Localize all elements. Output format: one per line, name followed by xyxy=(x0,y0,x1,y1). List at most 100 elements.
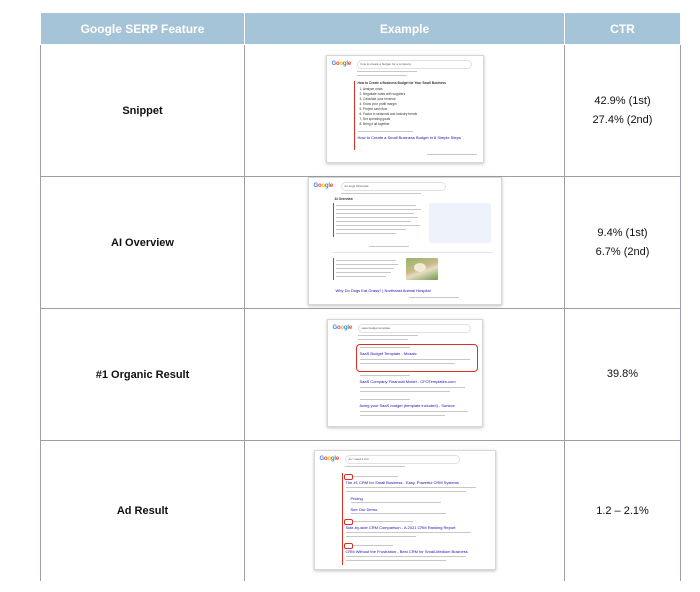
feature-cell: #1 Organic Result xyxy=(40,308,245,441)
result-highlight xyxy=(332,258,334,280)
divider xyxy=(356,75,407,76)
table-row: Ad Result Google do i need a crm The #1 … xyxy=(40,440,681,581)
ctr-value: 1.2 – 2.1% xyxy=(596,504,649,517)
text-line xyxy=(345,486,476,488)
example-cell: Google how to create a budget for a comp… xyxy=(244,44,565,177)
ad-result-title: Side-by-side CRM Comparison - A 2021 CRM… xyxy=(345,524,456,530)
snippet-list-item: 4. Know your profit margin xyxy=(359,102,397,106)
ad-result-screenshot: Google do i need a crm The #1 CRM for Sm… xyxy=(313,449,496,570)
text-line xyxy=(335,260,396,261)
text-line xyxy=(359,363,455,364)
text-line xyxy=(335,272,391,273)
serp-ctr-table-wrapper: Google SERP Feature Example CTR Snippet … xyxy=(40,12,681,581)
snippet-highlight xyxy=(353,81,355,150)
url-line xyxy=(352,520,413,522)
text-line xyxy=(335,213,414,214)
snippet-list-item: 7. Set spending goals xyxy=(359,117,391,121)
url-line xyxy=(352,475,398,477)
feature-cell: Snippet xyxy=(40,44,245,177)
divider xyxy=(357,339,408,340)
ctr-value: 42.9% (1st) xyxy=(594,94,651,107)
organic-result-title: Acing your SaaS budget (template include… xyxy=(359,403,455,408)
feedback-line xyxy=(408,297,459,298)
example-cell: Google do dogs hibernate AI Overview Why… xyxy=(244,176,565,309)
organic-result-screenshot: Google saas budget template SaaS Budget … xyxy=(326,319,483,427)
ctr-cell: 9.4% (1st) 6.7% (2nd) xyxy=(564,176,681,309)
ai-result-link: Why Do Dogs Eat Grass? | Northeast Anima… xyxy=(335,288,431,293)
url-line xyxy=(357,131,413,132)
ad-result-title: CRM Without the Frustration - Best CRM f… xyxy=(345,548,468,554)
organic-result-highlight xyxy=(355,344,478,372)
ai-overview-label: AI Overview xyxy=(334,197,353,201)
text-line xyxy=(350,501,441,503)
snippet-list-item: 5. Project cash flow xyxy=(359,107,388,111)
ctr-cell: 1.2 – 2.1% xyxy=(564,440,681,581)
url-line xyxy=(359,399,410,400)
header-feature: Google SERP Feature xyxy=(40,12,245,45)
divider xyxy=(357,335,418,336)
google-logo: Google xyxy=(332,325,353,331)
text-line xyxy=(345,535,416,537)
text-line xyxy=(345,490,466,492)
ai-overview-screenshot: Google do dogs hibernate AI Overview Why… xyxy=(307,177,502,305)
ctr-cell: 42.9% (1st) 27.4% (2nd) xyxy=(564,44,681,177)
table-row: Snippet Google how to create a budget fo… xyxy=(40,44,681,177)
search-bar: how to create a budget for a company xyxy=(356,60,472,69)
text-line xyxy=(335,205,416,206)
ad-sitelink: Pricing xyxy=(350,495,363,501)
ctr-value: 6.7% (2nd) xyxy=(595,245,650,258)
text-line xyxy=(335,229,406,230)
example-cell: Google do i need a crm The #1 CRM for Sm… xyxy=(244,440,565,581)
text-line xyxy=(335,217,418,218)
feedback-line xyxy=(426,154,477,155)
table-row: #1 Organic Result Google saas budget tem… xyxy=(40,308,681,441)
divider xyxy=(340,193,421,194)
google-logo: Google xyxy=(319,455,340,462)
text-line xyxy=(359,387,465,388)
text-line xyxy=(335,268,394,269)
url-line xyxy=(352,544,393,546)
url-line xyxy=(359,375,410,376)
text-line xyxy=(335,221,411,222)
ad-result-title: The #1 CRM for Small Business - Easy, Po… xyxy=(345,479,460,485)
text-line xyxy=(345,555,466,557)
dog-image xyxy=(405,258,438,280)
snippet-list-item: 8. Bring it all together xyxy=(359,122,390,126)
snippet-list-item: 3. Calculate your revenue xyxy=(359,97,396,101)
search-bar: do i need a crm xyxy=(344,454,460,464)
example-cell: Google saas budget template SaaS Budget … xyxy=(244,308,565,441)
search-bar: do dogs hibernate xyxy=(340,182,446,191)
divider xyxy=(332,252,493,253)
text-line xyxy=(359,415,445,416)
text-line xyxy=(350,512,446,514)
snippet-list-item: 2. Negotiate costs with suppliers xyxy=(359,92,406,96)
organic-result-title: SaaS Company Financial Model - CFOTempla… xyxy=(359,379,456,384)
text-line xyxy=(335,225,420,226)
text-line xyxy=(345,559,446,561)
table-header-row: Google SERP Feature Example CTR xyxy=(40,12,681,45)
ai-overview-highlight xyxy=(332,203,334,237)
text-line xyxy=(335,264,398,265)
url-line xyxy=(359,347,410,348)
search-bar: saas budget template xyxy=(357,324,471,333)
header-example: Example xyxy=(244,12,565,45)
text-line xyxy=(359,391,450,392)
text-line xyxy=(335,233,396,234)
divider xyxy=(344,465,405,467)
text-line xyxy=(359,411,468,412)
google-logo: Google xyxy=(331,61,352,67)
snippet-list-item: 1. Analyze costs xyxy=(359,87,383,91)
organic-result-title: SaaS Budget Template - Mosaic xyxy=(359,351,417,356)
feature-cell: Ad Result xyxy=(40,440,245,581)
text-line xyxy=(345,531,471,533)
ctr-value: 39.8% xyxy=(606,368,639,380)
header-ctr: CTR xyxy=(564,12,681,45)
ctr-value: 27.4% (2nd) xyxy=(592,113,653,126)
ad-highlight xyxy=(341,472,343,565)
table-row: AI Overview Google do dogs hibernate AI … xyxy=(40,176,681,309)
text-line xyxy=(359,359,470,360)
text-line xyxy=(335,209,421,210)
google-logo: Google xyxy=(313,183,334,189)
ad-sitelink: See Our Demo xyxy=(350,506,378,512)
snippet-screenshot: Google how to create a budget for a comp… xyxy=(325,55,484,163)
